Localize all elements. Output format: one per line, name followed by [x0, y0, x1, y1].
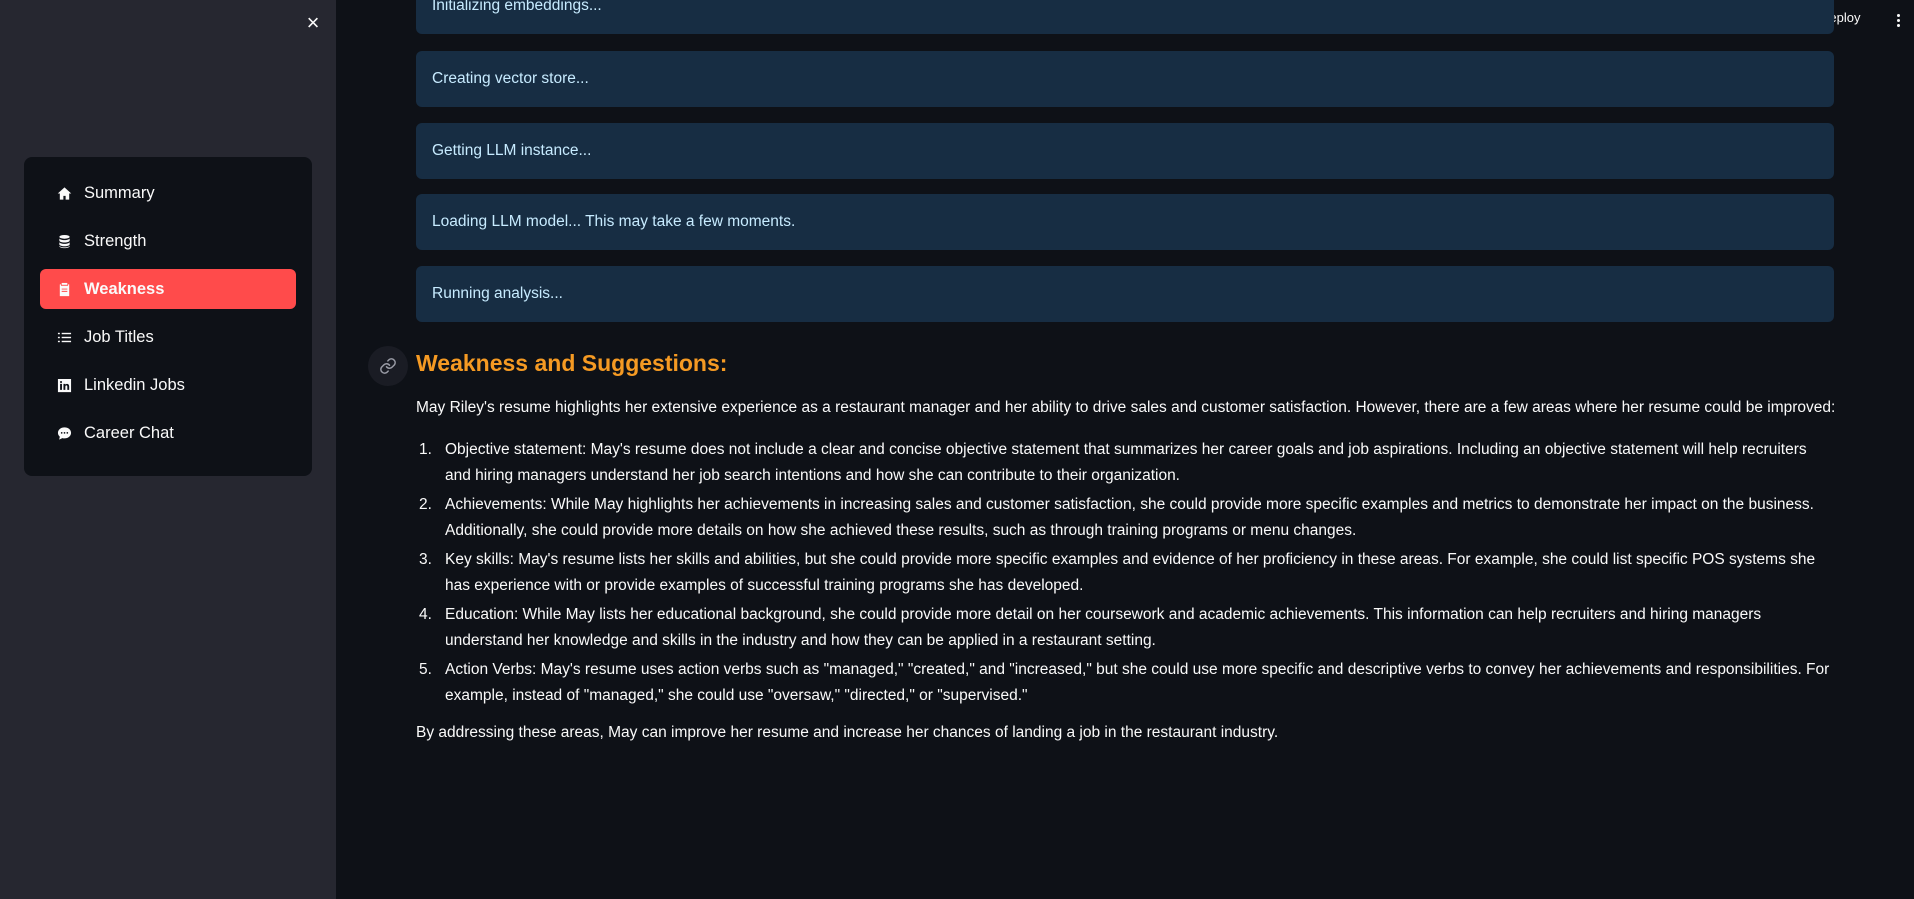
- sidebar-item-weakness[interactable]: Weakness: [40, 269, 296, 309]
- list-icon: [56, 329, 72, 345]
- sidebar: × Summary Strength Weakness Job Titles L…: [0, 0, 336, 899]
- suggestion-list: 1. Objective statement: May's resume does…: [416, 437, 1836, 712]
- sidebar-item-strength[interactable]: Strength: [40, 221, 296, 261]
- list-item: 5. Action Verbs: May's resume uses action…: [419, 661, 1830, 704]
- result-conclusion: By addressing these areas, May can impro…: [416, 724, 1279, 741]
- status-message: Initializing embeddings...: [416, 0, 1834, 34]
- sidebar-item-label: Career Chat: [84, 423, 174, 442]
- close-sidebar-button[interactable]: ×: [300, 10, 326, 36]
- result-heading: Weakness and Suggestions:: [416, 350, 728, 376]
- app-window: × Summary Strength Weakness Job Titles L…: [0, 0, 1914, 899]
- list-item: 3. Key skills: May's resume lists her ski…: [419, 551, 1816, 594]
- list-item: 2. Achievements: While May highlights her…: [419, 496, 1814, 539]
- status-message: Loading LLM model... This may take a few…: [416, 194, 1834, 250]
- result-intro: May Riley's resume highlights her extens…: [416, 399, 1836, 416]
- status-message: Running analysis...: [416, 266, 1834, 322]
- list-item: 4. Education: While May lists her educati…: [419, 606, 1762, 649]
- main-menu-icon[interactable]: [1892, 10, 1904, 30]
- close-icon: ×: [306, 10, 320, 35]
- status-message: Getting LLM instance...: [416, 123, 1834, 179]
- chat-icon: [56, 425, 72, 441]
- sidebar-item-label: Linkedin Jobs: [84, 375, 185, 394]
- list-item: 1. Objective statement: May's resume does…: [419, 441, 1807, 484]
- sidebar-item-label: Weakness: [84, 279, 165, 298]
- sidebar-item-linkedin-jobs[interactable]: Linkedin Jobs: [40, 365, 296, 405]
- linkedin-icon: [56, 377, 72, 393]
- status-message: Creating vector store...: [416, 51, 1834, 107]
- heading-anchor-button[interactable]: [368, 346, 408, 386]
- link-icon: [380, 358, 396, 374]
- sidebar-item-job-titles[interactable]: Job Titles: [40, 317, 296, 357]
- database-icon: [56, 233, 72, 249]
- option-menu: Summary Strength Weakness Job Titles Lin…: [24, 157, 312, 476]
- sidebar-item-summary[interactable]: Summary: [40, 173, 296, 213]
- clipboard-icon: [56, 281, 72, 297]
- sidebar-item-label: Summary: [84, 183, 155, 202]
- sidebar-item-label: Job Titles: [84, 327, 154, 346]
- sidebar-item-career-chat[interactable]: Career Chat: [40, 413, 296, 453]
- sidebar-item-label: Strength: [84, 231, 147, 250]
- house-icon: [56, 185, 72, 201]
